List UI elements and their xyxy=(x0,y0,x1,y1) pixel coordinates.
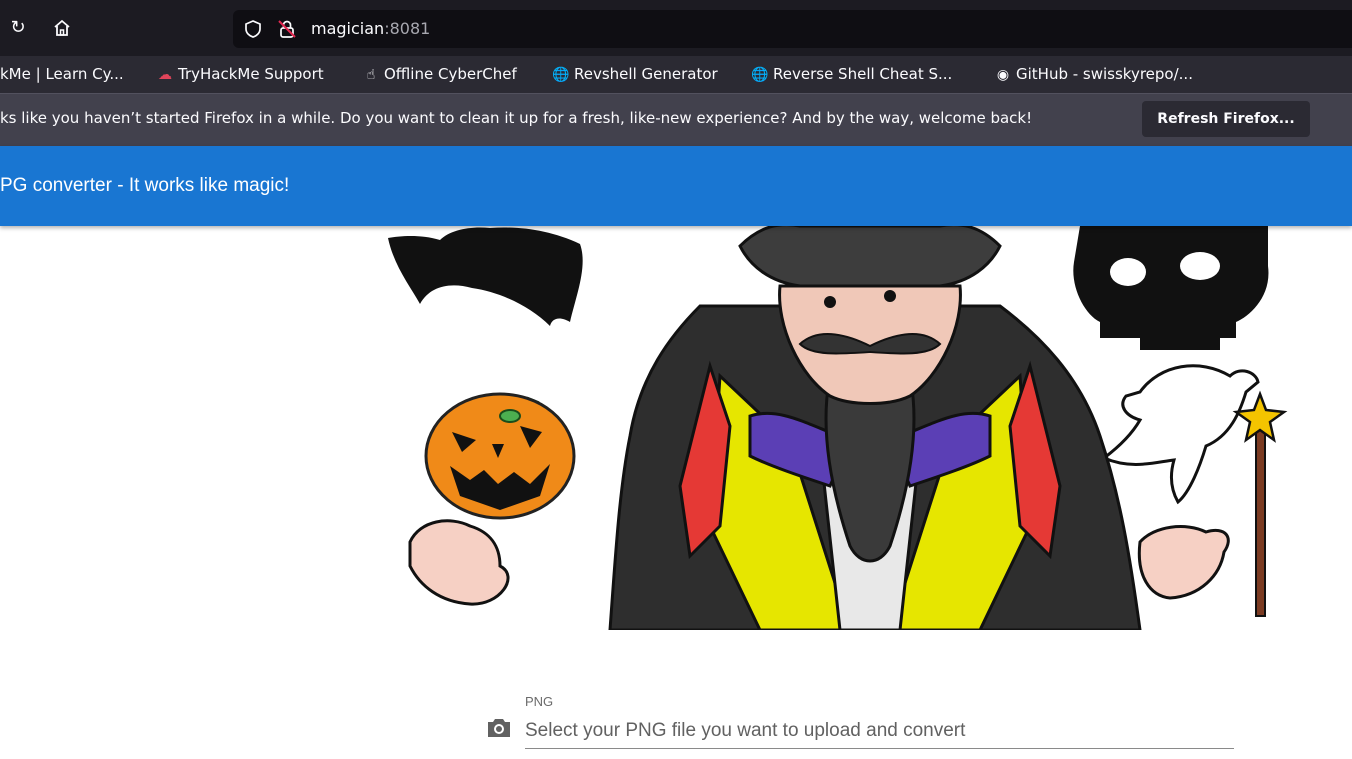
refresh-firefox-button[interactable]: Refresh Firefox... xyxy=(1142,101,1310,137)
bookmarks-toolbar: kMe | Learn Cy... ☁ TryHackMe Support ☝ Of… xyxy=(0,56,1352,93)
home-icon[interactable] xyxy=(48,14,76,42)
bookmark-tryhackme[interactable]: kMe | Learn Cy... xyxy=(0,64,124,84)
url-bar[interactable]: magician:8081 xyxy=(233,10,1352,48)
wand-illustration xyxy=(1232,390,1288,617)
browser-navbar: ↻ magician:8081 xyxy=(0,0,1352,56)
refresh-notification: ks like you haven’t started Firefox in a… xyxy=(0,93,1352,146)
insecure-lock-icon[interactable] xyxy=(277,19,297,39)
bookmark-tryhackme-support[interactable]: ☁ TryHackMe Support xyxy=(156,64,324,85)
app-header: PG converter - It works like magic! xyxy=(0,146,1352,226)
bat-illustration xyxy=(388,227,583,326)
camera-icon[interactable] xyxy=(486,716,512,740)
bookmark-offline-cyberchef[interactable]: ☝ Offline CyberChef xyxy=(362,64,517,85)
upload-label: PNG xyxy=(525,694,554,709)
reload-icon[interactable]: ↻ xyxy=(4,14,32,42)
dove-illustration xyxy=(1101,364,1260,505)
globe-icon: 🌐 xyxy=(552,67,570,83)
bookmark-github-swisskyrepo[interactable]: ◉ GitHub - swisskyrepo/... xyxy=(994,64,1193,85)
page-title: PG converter - It works like magic! xyxy=(0,175,290,196)
pumpkin-illustration xyxy=(424,392,576,520)
bookmark-reverse-shell-cheat[interactable]: 🌐 Reverse Shell Cheat S... xyxy=(751,64,952,85)
github-icon: ◉ xyxy=(996,67,1010,83)
skull-illustration xyxy=(1073,226,1269,350)
url-text[interactable]: magician:8081 xyxy=(311,19,430,39)
chef-hat-icon: ☝ xyxy=(366,67,376,83)
notification-text: ks like you haven’t started Firefox in a… xyxy=(0,109,1033,127)
globe-icon: 🌐 xyxy=(751,67,769,83)
shield-icon[interactable] xyxy=(243,19,263,39)
magician-illustration xyxy=(388,226,1288,630)
tryhackme-cloud-icon: ☁ xyxy=(158,67,172,83)
magician-figure xyxy=(608,226,1142,630)
bookmark-revshell-generator[interactable]: 🌐 Revshell Generator xyxy=(552,64,717,85)
png-file-input[interactable] xyxy=(525,714,1234,749)
